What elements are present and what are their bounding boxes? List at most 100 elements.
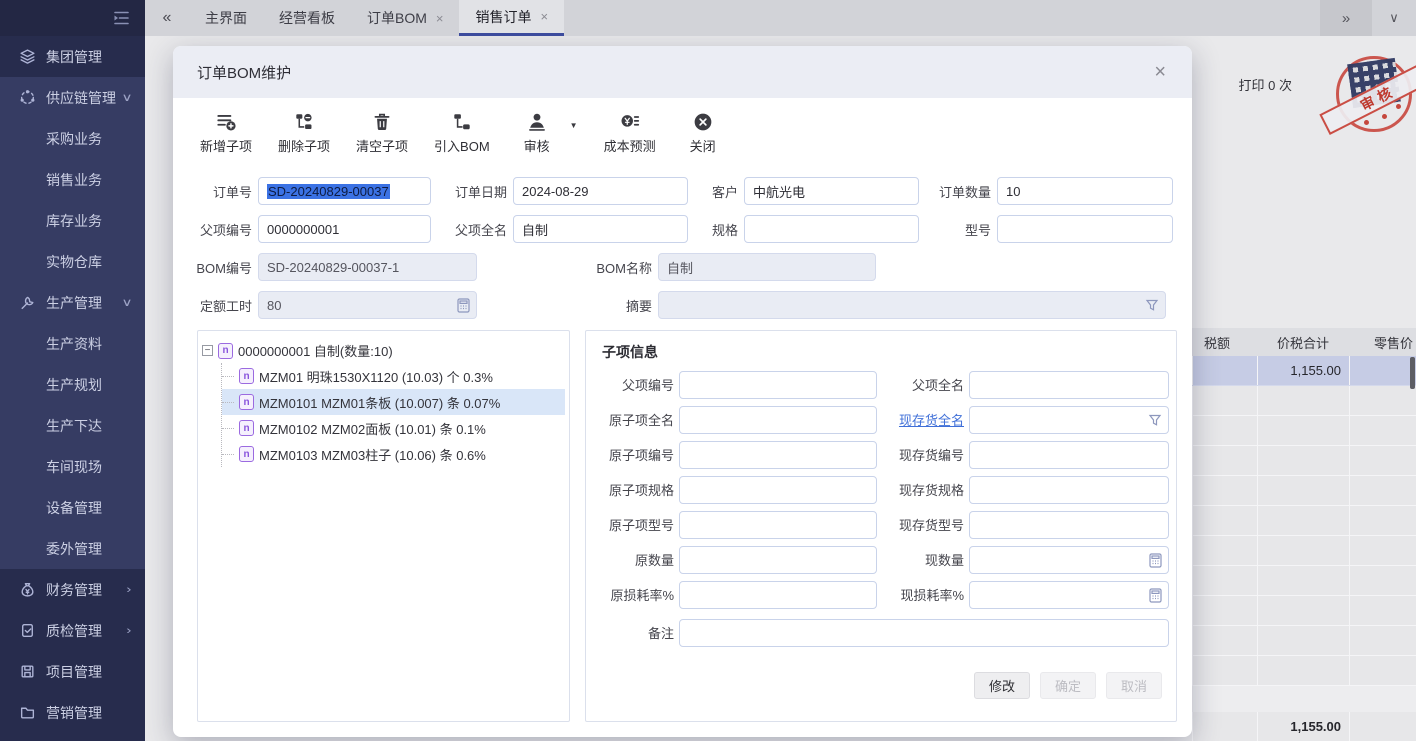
detail-cur-stock-name-link[interactable]: 现存货全名	[882, 410, 964, 429]
sidebar-item-group-mgmt[interactable]: 集团管理	[0, 36, 145, 77]
grid-header-total-with-tax[interactable]: 价税合计	[1257, 328, 1349, 356]
sidebar-item-physical-warehouse[interactable]: 实物仓库	[0, 241, 145, 282]
filter-icon[interactable]	[1145, 298, 1159, 315]
close-icon[interactable]: ×	[436, 11, 444, 26]
menu-fold-icon[interactable]	[111, 10, 131, 26]
grid-row-selected[interactable]: 1,155.00	[1192, 356, 1416, 386]
detail-cur-qty-input[interactable]	[969, 546, 1169, 574]
tab-order-bom[interactable]: 订单BOM ×	[351, 0, 459, 36]
grid-header-row: 税额 价税合计 零售价	[1192, 328, 1416, 356]
tree-node-mzm0102[interactable]: n MZM0102 MZM02面板 (10.01) 条 0.1%	[222, 415, 565, 441]
tree-node-mzm0101-selected[interactable]: n MZM0101 MZM01条板 (10.007) 条 0.07%	[222, 389, 565, 415]
clear-subitems-button[interactable]: 清空子项	[356, 111, 408, 155]
tree-root-node[interactable]: − n 0000000001 自制(数量:10)	[202, 338, 565, 363]
confirm-button[interactable]: 确定	[1040, 672, 1096, 699]
close-dialog-button[interactable]: 关闭	[682, 111, 724, 155]
tabs-menu-button[interactable]: ∨	[1372, 0, 1416, 36]
tab-home[interactable]: 主界面	[189, 0, 263, 36]
sidebar-item-outsourcing-mgmt[interactable]: 委外管理	[0, 528, 145, 569]
tree-node-mzm0103[interactable]: n MZM0103 MZM03柱子 (10.06) 条 0.6%	[222, 441, 565, 467]
sidebar-item-production-release[interactable]: 生产下达	[0, 405, 145, 446]
sidebar-item-equipment-mgmt[interactable]: 设备管理	[0, 487, 145, 528]
order-qty-input[interactable]: 10	[997, 177, 1173, 205]
calculator-icon[interactable]	[457, 298, 470, 316]
sidebar-item-finance-mgmt[interactable]: 财务管理 ›	[0, 569, 145, 610]
sidebar-item-sales[interactable]: 销售业务	[0, 159, 145, 200]
customer-input[interactable]: 中航光电	[744, 177, 919, 205]
import-bom-button[interactable]: 引入BOM	[434, 111, 490, 155]
grid-row-empty[interactable]	[1192, 596, 1416, 626]
grid-header-tax[interactable]: 税额	[1192, 328, 1257, 356]
sidebar-item-purchasing[interactable]: 采购业务	[0, 118, 145, 159]
filter-icon[interactable]	[1148, 413, 1162, 430]
grid-header-retail-price[interactable]: 零售价	[1349, 328, 1416, 356]
cost-forecast-button[interactable]: 成本预测	[604, 111, 656, 155]
money-bag-icon	[18, 581, 36, 599]
close-icon[interactable]: ×	[540, 9, 548, 24]
detail-parent-name-input[interactable]	[969, 371, 1169, 399]
grid-row-empty[interactable]	[1192, 626, 1416, 656]
modify-button[interactable]: 修改	[974, 672, 1030, 699]
sidebar-item-inventory[interactable]: 库存业务	[0, 200, 145, 241]
order-date-input[interactable]: 2024-08-29	[513, 177, 688, 205]
stamp-dot	[1396, 104, 1401, 109]
tree-node-mzm01[interactable]: n MZM01 明珠1530X1120 (10.03) 个 0.3%	[222, 363, 565, 389]
grid-scrollbar-thumb[interactable]	[1410, 357, 1415, 389]
calculator-icon[interactable]	[1149, 553, 1162, 571]
detail-orig-loss-rate-input[interactable]	[679, 581, 877, 609]
detail-orig-item-name-input[interactable]	[679, 406, 877, 434]
sidebar-item-production-mgmt[interactable]: 生产管理 ∨	[0, 282, 145, 323]
model-input[interactable]	[997, 215, 1173, 243]
sidebar-item-quality-mgmt[interactable]: 质检管理 ›	[0, 610, 145, 651]
sidebar-item-supply-chain[interactable]: 供应链管理 ∨	[0, 77, 145, 118]
tree-collapse-icon[interactable]: −	[202, 345, 213, 356]
node-icon: n	[239, 446, 254, 462]
audit-button[interactable]: 审核	[516, 111, 558, 155]
sidebar-item-production-data[interactable]: 生产资料	[0, 323, 145, 364]
tab-sales-order[interactable]: 销售订单 ×	[459, 0, 564, 36]
grid-row-empty[interactable]	[1192, 476, 1416, 506]
cancel-button[interactable]: 取消	[1106, 672, 1162, 699]
sidebar-item-production-planning[interactable]: 生产规划	[0, 364, 145, 405]
quota-hours-label: 定额工时	[173, 296, 252, 315]
subitem-info-title: 子项信息	[602, 342, 658, 362]
parent-name-input[interactable]: 自制	[513, 215, 688, 243]
grid-row-empty[interactable]	[1192, 386, 1416, 416]
detail-cur-stock-no-label: 现存货编号	[882, 445, 964, 464]
bom-tree-panel: − n 0000000001 自制(数量:10) n MZM01 明珠1530X…	[197, 330, 570, 722]
close-icon[interactable]: ×	[1154, 62, 1166, 82]
grid-row-empty[interactable]	[1192, 416, 1416, 446]
audit-dropdown-caret[interactable]: ▼	[570, 121, 578, 130]
detail-orig-item-model-input[interactable]	[679, 511, 877, 539]
order-no-input[interactable]: SD-20240829-00037	[258, 177, 431, 205]
detail-orig-item-no-input[interactable]	[679, 441, 877, 469]
grid-row-empty[interactable]	[1192, 656, 1416, 686]
detail-parent-no-input[interactable]	[679, 371, 877, 399]
sidebar-item-label: 集团管理	[46, 47, 102, 67]
grid-row-empty[interactable]	[1192, 506, 1416, 536]
detail-cur-stock-no-input[interactable]	[969, 441, 1169, 469]
detail-cur-stock-name-input[interactable]	[969, 406, 1169, 434]
detail-cur-loss-rate-input[interactable]	[969, 581, 1169, 609]
detail-orig-item-no-label: 原子项编号	[590, 445, 674, 464]
sidebar-item-project-mgmt[interactable]: 项目管理	[0, 651, 145, 692]
sidebar-item-marketing-mgmt[interactable]: 营销管理	[0, 692, 145, 733]
detail-orig-qty-input[interactable]	[679, 546, 877, 574]
tab-dashboard[interactable]: 经营看板	[263, 0, 351, 36]
detail-cur-stock-spec-input[interactable]	[969, 476, 1169, 504]
parent-no-input[interactable]: 0000000001	[258, 215, 431, 243]
detail-remark-input[interactable]	[679, 619, 1169, 647]
grid-row-empty[interactable]	[1192, 566, 1416, 596]
grid-cell-total: 1,155.00	[1257, 356, 1349, 385]
add-subitem-button[interactable]: 新增子项	[200, 111, 252, 155]
detail-orig-item-spec-input[interactable]	[679, 476, 877, 504]
delete-subitem-button[interactable]: 删除子项	[278, 111, 330, 155]
spec-input[interactable]	[744, 215, 919, 243]
sidebar-item-shop-floor[interactable]: 车间现场	[0, 446, 145, 487]
tabs-scroll-right-button[interactable]: »	[1320, 0, 1372, 36]
calculator-icon[interactable]	[1149, 588, 1162, 606]
grid-row-empty[interactable]	[1192, 536, 1416, 566]
detail-cur-stock-model-input[interactable]	[969, 511, 1169, 539]
tabs-scroll-left-button[interactable]: «	[145, 0, 189, 36]
grid-row-empty[interactable]	[1192, 446, 1416, 476]
